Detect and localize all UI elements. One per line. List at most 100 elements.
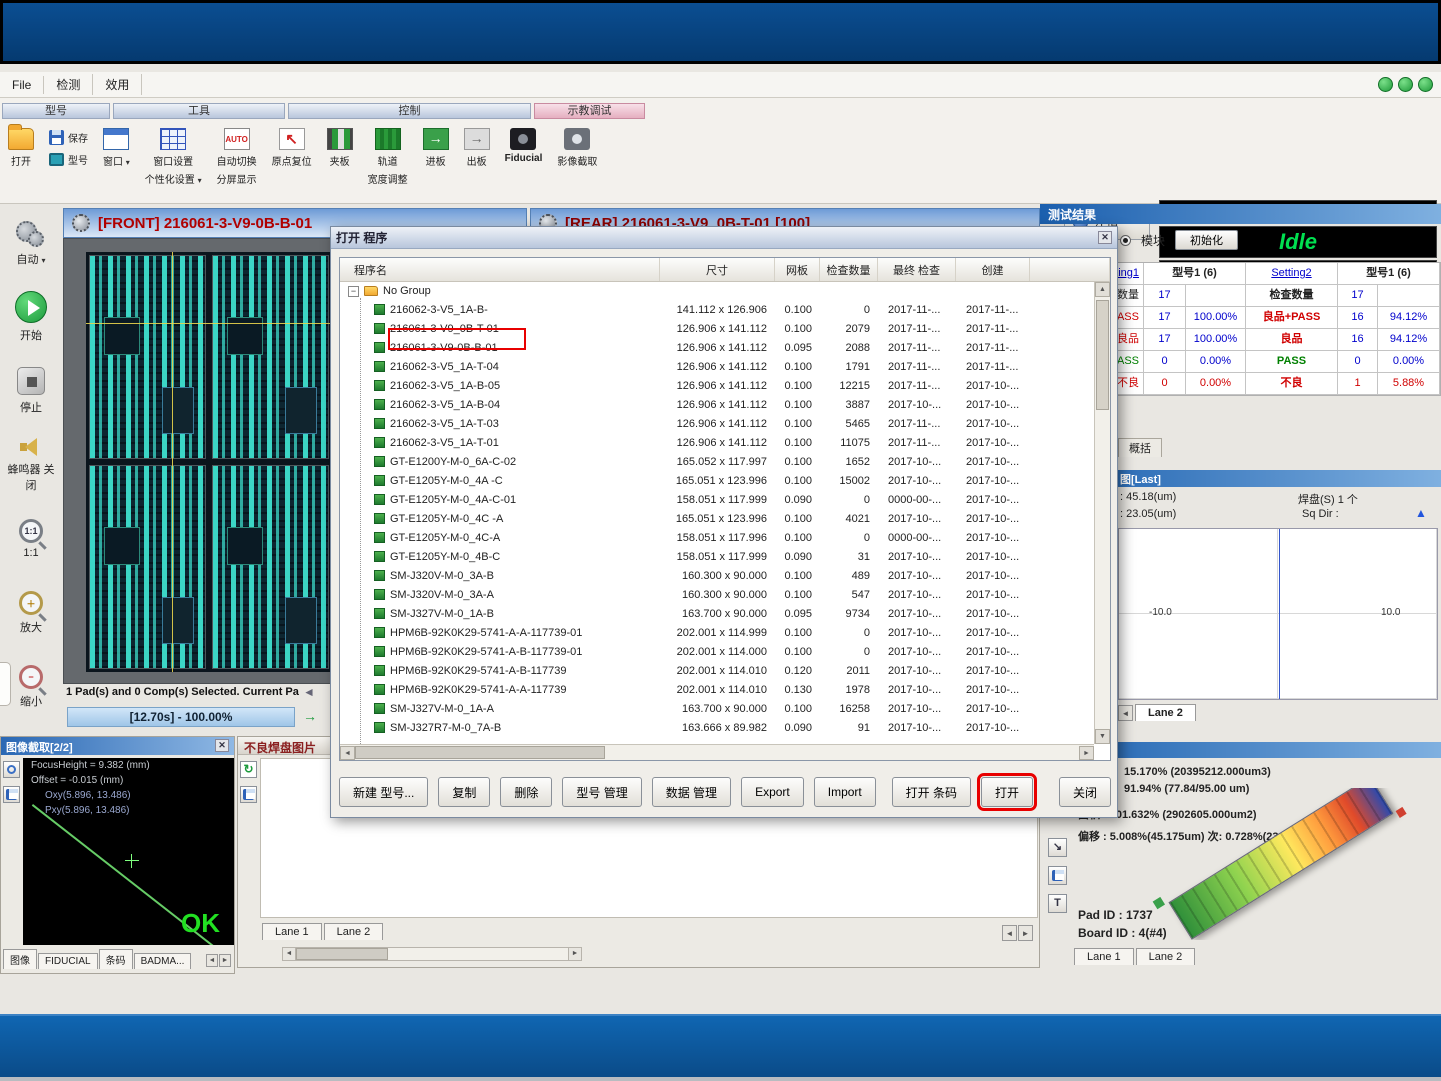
column-last-inspect[interactable]: 最终 检查 bbox=[878, 258, 956, 281]
tree-collapse-icon[interactable]: − bbox=[348, 286, 359, 297]
dialog-button[interactable]: Import bbox=[814, 777, 876, 807]
magnifier-tool-button[interactable] bbox=[3, 761, 20, 778]
module-radio[interactable] bbox=[1120, 235, 1131, 246]
program-row[interactable]: GT-E1200Y-M-0_6A-C-02 165.052 x 117.997 … bbox=[340, 452, 1094, 471]
scroll-left-icon[interactable]: ◄ bbox=[340, 746, 355, 760]
dialog-button[interactable]: 复制 bbox=[438, 777, 490, 807]
save-view-button[interactable] bbox=[1048, 866, 1067, 885]
program-row[interactable]: HPM6B-92K0K29-5741-A-B-117739-01 202.001… bbox=[340, 642, 1094, 661]
program-row[interactable]: GT-E1205Y-M-0_4C -A 165.051 x 123.996 0.… bbox=[340, 509, 1094, 528]
stop-button[interactable]: 停止 bbox=[0, 354, 62, 428]
auto-switch-button[interactable]: 自动切换 分屏显示 bbox=[217, 124, 257, 186]
panel-collapse-handle[interactable] bbox=[0, 662, 11, 706]
group-row[interactable]: − No Group bbox=[340, 282, 1094, 300]
summary-tab[interactable]: 概括 bbox=[1118, 438, 1162, 457]
tab-scroll-left-icon[interactable]: ◄ bbox=[206, 954, 218, 967]
program-row[interactable]: HPM6B-92K0K29-5741-A-A-117739-01 202.001… bbox=[340, 623, 1094, 642]
window-button-1[interactable] bbox=[1378, 77, 1393, 92]
tab-scroll-left-icon[interactable]: ◄ bbox=[1118, 705, 1133, 721]
lane-tab[interactable]: Lane 1 bbox=[1074, 948, 1134, 965]
tab-scroll-right-icon[interactable]: ► bbox=[1018, 925, 1033, 941]
dialog-button[interactable]: 打开 条码 bbox=[892, 777, 971, 807]
dialog-button[interactable]: 型号 管理 bbox=[562, 777, 641, 807]
zoom-1to1-button[interactable]: 1:1 1:1 bbox=[0, 502, 62, 576]
capture-tab[interactable]: FIDUCIAL bbox=[38, 953, 98, 969]
program-row[interactable]: SM-J327V-M-0_1A-A 163.700 x 90.000 0.100… bbox=[340, 699, 1094, 718]
column-inspect-count[interactable]: 检查数量 bbox=[820, 258, 878, 281]
program-row[interactable]: 216062-3-V5_1A-B-04 126.906 x 141.112 0.… bbox=[340, 395, 1094, 414]
program-row[interactable]: 216061-3-V9_0B-T-01 126.906 x 141.112 0.… bbox=[340, 319, 1094, 338]
tab-lane2[interactable]: Lane 2 bbox=[1135, 704, 1196, 721]
program-row[interactable]: SM-J327V-M-0_1A-B 163.700 x 90.000 0.095… bbox=[340, 604, 1094, 623]
scroll-up-icon[interactable]: ▲ bbox=[1095, 282, 1110, 297]
board-in-button[interactable]: 进板 bbox=[423, 124, 449, 168]
dialog-titlebar[interactable]: 打开 程序 ✕ bbox=[331, 227, 1117, 249]
window-button-3[interactable] bbox=[1418, 77, 1433, 92]
image-capture-button[interactable]: 影像截取 bbox=[557, 124, 597, 168]
zoom-in-button[interactable]: ＋ 放大 bbox=[0, 576, 62, 650]
text-toggle-button[interactable]: T bbox=[1048, 894, 1067, 913]
dialog-button[interactable]: Export bbox=[741, 777, 804, 807]
scroll-right-icon[interactable]: ► bbox=[1079, 746, 1094, 760]
column-size[interactable]: 尺寸 bbox=[660, 258, 775, 281]
start-button[interactable]: 开始 bbox=[0, 280, 62, 354]
program-row[interactable]: 216062-3-V5_1A-T-01 126.906 x 141.112 0.… bbox=[340, 433, 1094, 452]
dialog-button[interactable]: 关闭 bbox=[1059, 777, 1111, 807]
column-created[interactable]: 创建 bbox=[956, 258, 1030, 281]
capture-tab[interactable]: 图像 bbox=[3, 949, 37, 969]
capture-tab[interactable]: 条码 bbox=[99, 949, 133, 969]
program-row[interactable]: SM-J320V-M-0_3A-A 160.300 x 90.000 0.100… bbox=[340, 585, 1094, 604]
program-row[interactable]: GT-E1205Y-M-0_4B-C 158.051 x 117.999 0.0… bbox=[340, 547, 1094, 566]
menu-file[interactable]: File bbox=[0, 76, 44, 94]
left-arrow-icon[interactable]: ◄ bbox=[303, 685, 315, 699]
tab-scroll-left-icon[interactable]: ◄ bbox=[1002, 925, 1017, 941]
program-row[interactable]: 216062-3-V5_1A-B- 141.112 x 126.906 0.10… bbox=[340, 300, 1094, 319]
gear-icon[interactable] bbox=[72, 214, 90, 232]
scroll-left-icon[interactable]: ◄ bbox=[283, 948, 296, 960]
column-stencil[interactable]: 网板 bbox=[775, 258, 820, 281]
lane-tab[interactable]: Lane 2 bbox=[324, 923, 384, 940]
save-bad-pad-button[interactable] bbox=[240, 786, 257, 803]
program-row[interactable]: SM-J327R7-M-0_7A-B 163.666 x 89.982 0.09… bbox=[340, 718, 1094, 737]
menu-inspect[interactable]: 检测 bbox=[44, 74, 93, 95]
fiducial-button[interactable]: Fiducial bbox=[505, 124, 543, 164]
program-row[interactable]: 216062-3-V5_1A-B-05 126.906 x 141.112 0.… bbox=[340, 376, 1094, 395]
clamp-button[interactable]: 夹板 bbox=[327, 124, 353, 168]
vertical-scrollbar[interactable]: ▲ ▼ bbox=[1094, 282, 1110, 744]
program-row[interactable]: GT-E1205Y-M-0_4A -C 165.051 x 123.996 0.… bbox=[340, 471, 1094, 490]
program-row[interactable]: SM-J320V-M-0_3A-B 160.300 x 90.000 0.100… bbox=[340, 566, 1094, 585]
scrollbar-thumb[interactable] bbox=[296, 948, 388, 960]
pcb-image[interactable] bbox=[86, 252, 332, 672]
captured-image[interactable]: FocusHeight = 9.382 (mm)Offset = -0.015 … bbox=[23, 758, 234, 945]
program-row[interactable]: GT-E1205Y-M-0_4A-C-01 158.051 x 117.999 … bbox=[340, 490, 1094, 509]
dialog-button[interactable]: 删除 bbox=[500, 777, 552, 807]
scrollbar-thumb[interactable] bbox=[355, 746, 605, 759]
scrollbar-thumb[interactable] bbox=[1096, 300, 1109, 410]
initialize-button[interactable]: 初始化 bbox=[1175, 230, 1238, 250]
window-button[interactable]: 窗口 ▾ bbox=[103, 124, 130, 168]
save-button[interactable]: 保存 bbox=[49, 130, 88, 145]
program-row[interactable]: 216061-3-V9-0B-B-01 126.906 x 141.112 0.… bbox=[340, 338, 1094, 357]
window-button-2[interactable] bbox=[1398, 77, 1413, 92]
program-row[interactable]: GT-E1205Y-M-0_4C-A 158.051 x 117.996 0.1… bbox=[340, 528, 1094, 547]
auto-mode-button[interactable]: 自动 ▾ bbox=[0, 206, 62, 280]
capture-tab[interactable]: BADMA... bbox=[134, 953, 192, 969]
board-out-button[interactable]: 出板 bbox=[464, 124, 490, 168]
close-icon[interactable]: ✕ bbox=[215, 739, 229, 752]
buzzer-toggle[interactable]: 蜂鸣器 关闭 bbox=[0, 428, 62, 502]
scroll-right-icon[interactable]: ► bbox=[568, 948, 581, 960]
horizontal-scrollbar[interactable]: ◄ ► bbox=[282, 947, 582, 961]
save-capture-button[interactable] bbox=[3, 786, 20, 803]
program-row[interactable]: 216062-3-V5_1A-T-03 126.906 x 141.112 0.… bbox=[340, 414, 1094, 433]
profile-graph[interactable]: -10.0 10.0 bbox=[1118, 528, 1438, 700]
open-button[interactable]: 打开 bbox=[8, 124, 34, 168]
dialog-button[interactable]: 数据 管理 bbox=[652, 777, 731, 807]
program-row[interactable]: HPM6B-92K0K29-5741-A-B-117739 202.001 x … bbox=[340, 661, 1094, 680]
right-arrow-icon[interactable]: → bbox=[303, 708, 317, 724]
tab-scroll-right-icon[interactable]: ► bbox=[219, 954, 231, 967]
pad-3d-view[interactable] bbox=[1126, 788, 1434, 940]
model-button[interactable]: 型号 bbox=[49, 152, 88, 167]
dialog-button[interactable]: 打开 bbox=[981, 777, 1033, 807]
setting2-link[interactable]: Setting2 bbox=[1246, 263, 1338, 285]
rail-width-button[interactable]: 轨道 宽度调整 bbox=[368, 124, 408, 186]
